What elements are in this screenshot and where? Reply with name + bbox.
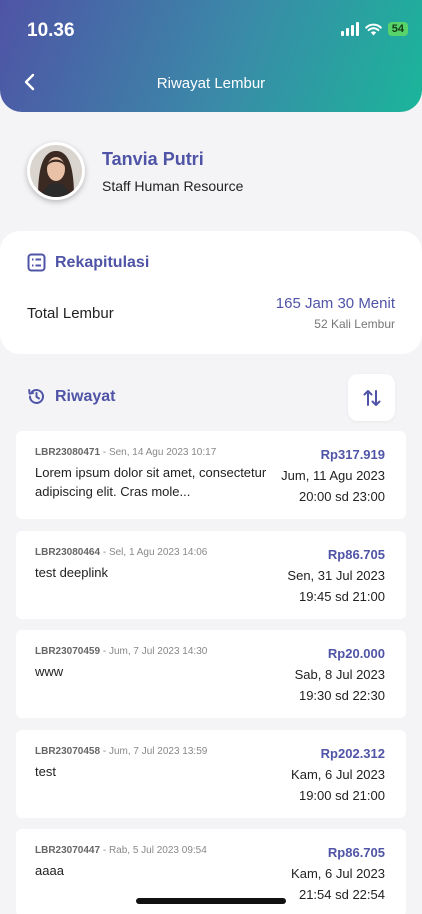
card-date: Sen, 31 Jul 2023 xyxy=(287,567,385,583)
history-card[interactable]: LBR23080464 - Sel, 1 Agu 2023 14:06 test… xyxy=(16,530,406,619)
history-card[interactable]: LBR23070459 - Jum, 7 Jul 2023 14:30 www … xyxy=(16,630,406,718)
card-description: www xyxy=(35,664,64,679)
card-time: 19:45 sd 21:00 xyxy=(298,588,385,604)
total-label: Total Lembur xyxy=(27,305,114,322)
home-indicator xyxy=(136,898,286,904)
summary-heading: Rekapitulasi xyxy=(27,253,149,272)
card-time: 19:30 sd 22:30 xyxy=(298,688,385,703)
summary-heading-label: Rekapitulasi xyxy=(55,253,150,271)
history-card[interactable]: LBR23080471 - Sen, 14 Agu 2023 10:17 Lor… xyxy=(16,431,406,519)
battery-icon: 54 xyxy=(387,22,408,36)
profile-section: Tanvia Putri Staff Human Resource xyxy=(0,140,422,206)
wifi-icon xyxy=(364,23,382,35)
card-date: Jum, 11 Agu 2023 xyxy=(281,468,385,483)
card-meta: LBR23070447 - Rab, 5 Jul 2023 09:54 xyxy=(35,845,207,856)
card-amount: Rp86.705 xyxy=(327,845,385,860)
card-date: Kam, 6 Jul 2023 xyxy=(291,866,385,881)
card-created: Jum, 7 Jul 2023 14:30 xyxy=(108,646,208,657)
sort-icon xyxy=(363,389,380,406)
card-date: Kam, 6 Jul 2023 xyxy=(291,766,385,782)
card-amount: Rp317.919 xyxy=(320,447,385,462)
card-amount: Rp20.000 xyxy=(327,646,385,661)
summary-card: Rekapitulasi Total Lembur 165 Jam 30 Men… xyxy=(0,231,422,354)
card-description: aaaa xyxy=(35,863,64,878)
card-code: LBR23070447 xyxy=(35,845,101,856)
status-icons: 54 xyxy=(340,22,408,36)
card-description: test deeplink xyxy=(35,564,108,580)
card-description: test xyxy=(35,763,56,779)
card-meta: LBR23080464 - Sel, 1 Agu 2023 14:06 xyxy=(35,546,208,558)
history-list: LBR23080471 - Sen, 14 Agu 2023 10:17 Lor… xyxy=(16,431,406,914)
card-code: LBR23070459 xyxy=(35,646,101,657)
card-code: LBR23080471 xyxy=(35,447,101,458)
card-date: Sab, 8 Jul 2023 xyxy=(294,667,385,682)
card-meta: LBR23070459 - Jum, 7 Jul 2023 14:30 xyxy=(35,646,208,657)
total-hours: 165 Jam 30 Menit xyxy=(275,295,395,312)
history-card[interactable]: LBR23070458 - Jum, 7 Jul 2023 13:59 test… xyxy=(16,729,406,818)
status-time: 10.36 xyxy=(27,20,75,41)
card-meta: LBR23070458 - Jum, 7 Jul 2023 13:59 xyxy=(35,745,208,757)
signal-icon xyxy=(340,22,359,36)
card-amount: Rp86.705 xyxy=(327,546,385,562)
history-icon xyxy=(28,389,44,404)
page-title: Riwayat Lembur xyxy=(156,75,266,92)
card-created: Sen, 14 Agu 2023 10:17 xyxy=(108,447,217,458)
card-time: 19:00 sd 21:00 xyxy=(298,787,385,803)
history-heading-label: Riwayat xyxy=(55,387,116,405)
avatar xyxy=(27,142,85,200)
list-icon xyxy=(27,253,46,272)
card-code: LBR23080464 xyxy=(35,546,101,558)
card-meta: LBR23080471 - Sen, 14 Agu 2023 10:17 xyxy=(35,447,217,458)
card-time: 21:54 sd 22:54 xyxy=(298,887,385,902)
history-heading: Riwayat xyxy=(27,387,115,406)
card-created: Jum, 7 Jul 2023 13:59 xyxy=(108,745,208,757)
card-description: Lorem ipsum dolor sit amet, consectetur … xyxy=(35,465,267,499)
card-created: Sel, 1 Agu 2023 14:06 xyxy=(108,546,208,558)
app-header: 10.36 54 Riwayat Lembur xyxy=(0,0,422,112)
card-created: Rab, 5 Jul 2023 09:54 xyxy=(108,845,207,856)
card-code: LBR23070458 xyxy=(35,745,101,757)
profile-role: Staff Human Resource xyxy=(102,178,244,194)
card-amount: Rp202.312 xyxy=(320,745,385,761)
card-time: 20:00 sd 23:00 xyxy=(298,489,385,504)
total-count: 52 Kali Lembur xyxy=(314,317,395,331)
profile-name: Tanvia Putri xyxy=(102,149,204,169)
sort-button[interactable] xyxy=(348,374,395,421)
